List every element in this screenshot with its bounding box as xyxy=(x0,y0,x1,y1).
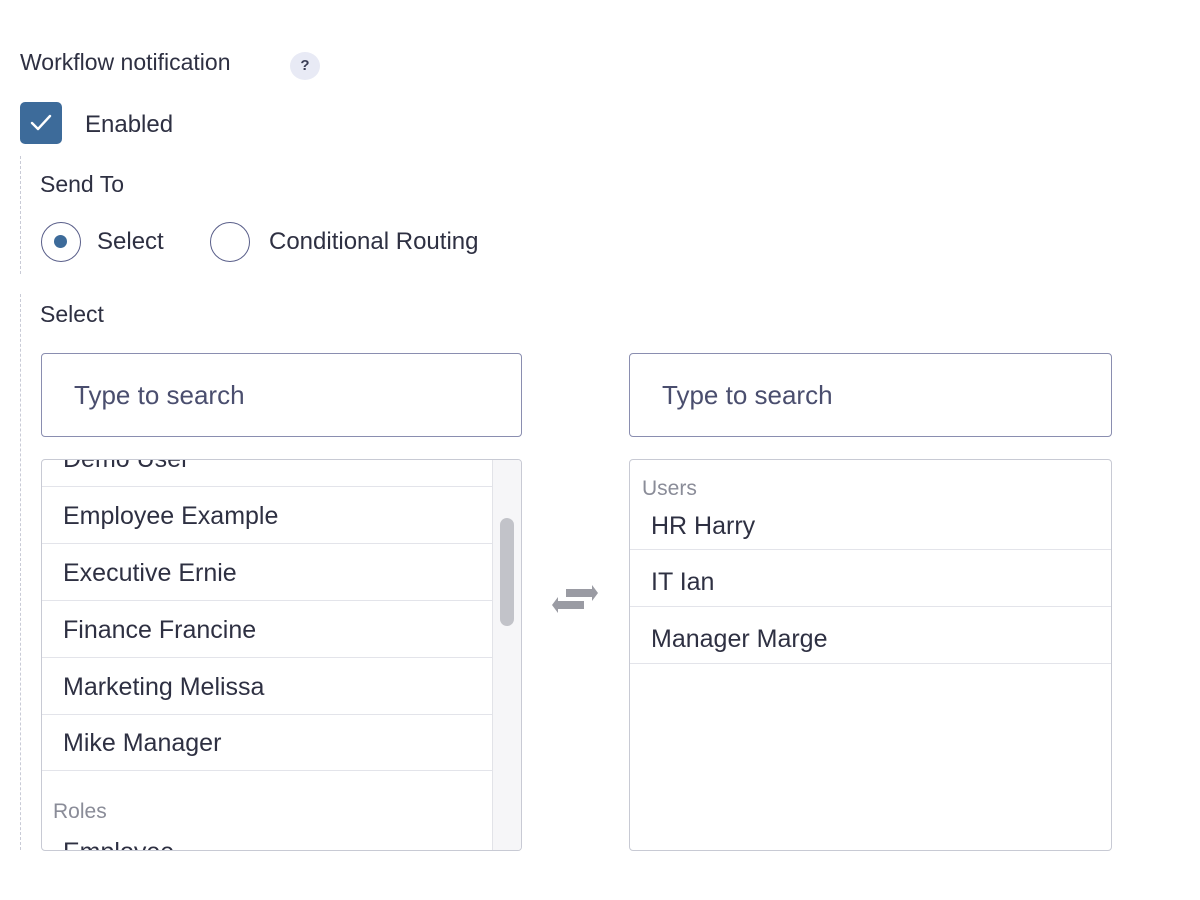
radio-conditional-routing[interactable] xyxy=(210,222,250,262)
radio-select[interactable] xyxy=(41,222,81,262)
swap-arrows-icon[interactable] xyxy=(552,583,598,622)
group-label-roles: Roles xyxy=(53,800,107,823)
scrollbar-thumb[interactable] xyxy=(500,518,514,626)
list-item[interactable]: Finance Francine xyxy=(42,602,494,658)
indent-guide xyxy=(20,294,21,850)
selected-search-box[interactable] xyxy=(629,353,1112,437)
help-icon[interactable]: ? xyxy=(290,52,320,80)
available-list[interactable]: Demo User Employee Example Executive Ern… xyxy=(41,459,522,851)
radio-conditional-routing-label[interactable]: Conditional Routing xyxy=(269,228,478,256)
select-label: Select xyxy=(40,301,104,327)
enabled-checkbox[interactable] xyxy=(20,102,62,144)
list-item[interactable]: HR Harry xyxy=(630,494,1111,550)
list-item[interactable]: Marketing Melissa xyxy=(42,659,494,715)
available-search-input[interactable] xyxy=(42,354,521,436)
list-item[interactable]: Mike Manager xyxy=(42,715,494,771)
selected-search-input[interactable] xyxy=(630,354,1111,436)
scrollbar[interactable] xyxy=(492,460,521,850)
indent-guide xyxy=(20,156,21,274)
list-item[interactable]: Employee Example xyxy=(42,488,494,544)
enabled-label: Enabled xyxy=(85,111,174,138)
send-to-label: Send To xyxy=(40,171,124,197)
list-item[interactable]: Executive Ernie xyxy=(42,545,494,601)
section-title: Workflow notification xyxy=(20,49,231,75)
check-icon xyxy=(30,114,52,131)
list-item[interactable]: IT Ian xyxy=(630,551,1111,607)
available-search-box[interactable] xyxy=(41,353,522,437)
list-item[interactable]: Employee xyxy=(42,824,494,850)
list-item[interactable]: Manager Marge xyxy=(630,608,1111,664)
selected-list[interactable]: Users HR Harry IT Ian Manager Marge xyxy=(629,459,1112,851)
radio-select-label[interactable]: Select xyxy=(97,228,164,256)
list-item[interactable]: Demo User xyxy=(42,460,494,487)
